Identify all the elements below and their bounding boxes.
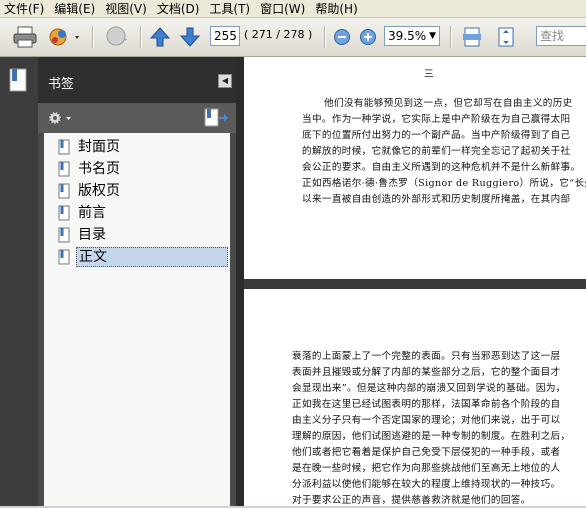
text-line: 他们或者把它看着是保护自己免受下层侵犯的一种手段，或者	[292, 447, 561, 458]
menu-view[interactable]: 视图(V)	[101, 1, 153, 17]
page-count-label: ( 271 / 278 )	[244, 28, 313, 41]
zoom-select[interactable]: 39.5% ▼	[384, 26, 440, 46]
text-line: 当中。作为一种学说，它实际上是中产阶级在为自己赢得太阳	[302, 114, 571, 125]
bookmark-icon	[58, 183, 70, 199]
arrow-up-icon	[149, 27, 171, 47]
page-header: 三	[424, 69, 434, 80]
fit-page-button[interactable]	[494, 24, 518, 50]
bookmark-icon	[58, 161, 70, 177]
create-pdf-icon	[49, 28, 79, 46]
bookmark-item[interactable]: 封面页	[58, 137, 122, 157]
text-line: 是在晚一些时候，把它作为向那些挑战他们至高无上地位的人	[292, 463, 561, 474]
text-line: 的解放的时候，它就像它的前辈们一样完全忘记了起初关于社	[302, 146, 571, 157]
collaborate-button[interactable]	[100, 24, 132, 50]
panel-title: 书签	[48, 77, 75, 92]
bookmark-icon	[58, 139, 70, 155]
chevron-down-icon: ▼	[429, 31, 436, 41]
previous-page-button[interactable]	[148, 24, 172, 50]
bookmarks-toolbar	[38, 103, 236, 133]
new-bookmark-icon	[204, 108, 228, 127]
page-number-input[interactable]: 255	[210, 26, 240, 46]
print-button[interactable]	[10, 24, 40, 50]
text-line: 会显现出来”。但是这种内部的崩溃又回到学说的基础。因为，	[292, 383, 566, 394]
menu-tools[interactable]: 工具(T)	[205, 1, 256, 17]
bookmark-label: 版权页	[78, 183, 120, 199]
text-line: 正如西格诺尔·德·鲁杰罗（Signor de Ruggiero）所说，它“长久	[302, 178, 586, 189]
bookmark-item-selected[interactable]: 正文	[58, 247, 228, 267]
arrow-down-icon	[179, 27, 201, 47]
text-line: 以来一直被自由创造的外部形式和历史制度所掩盖，在其内部	[302, 194, 571, 205]
collaborate-icon	[106, 26, 127, 46]
text-line: 底下的位置所付出努力的一个副产品。当中产阶级得到了自己	[302, 130, 571, 141]
new-bookmark-button[interactable]	[202, 107, 228, 129]
text-line: 分派利益以使他们能够在较大的程度上维持现状的一种技巧。	[292, 479, 561, 490]
next-page-button[interactable]	[178, 24, 202, 50]
plus-circle-icon	[360, 29, 376, 45]
bookmark-item[interactable]: 前言	[58, 203, 108, 223]
menu-document[interactable]: 文档(D)	[153, 1, 206, 17]
chevron-left-icon: ◀	[221, 76, 229, 85]
collapse-panel-button[interactable]: ◀	[218, 74, 232, 88]
menu-window[interactable]: 窗口(W)	[256, 1, 311, 17]
bookmark-item[interactable]: 目录	[58, 225, 108, 245]
bookmarks-panel: 书签 ◀ 封面页 书名页 版权页 前言 目录 正文	[38, 57, 236, 506]
navigation-tabs	[0, 57, 39, 506]
menu-help[interactable]: 帮助(H)	[311, 1, 363, 17]
minus-circle-icon	[334, 29, 350, 45]
toolbar: 255 ( 271 / 278 ) 39.5% ▼ 查找	[0, 18, 586, 57]
text-line: 理解的原因，他们试图逃避的是一种专制的制度。在胜利之后，	[292, 431, 571, 442]
create-pdf-button[interactable]	[46, 24, 84, 50]
toolbar-separator	[92, 26, 94, 48]
menu-bar: 文件(F) 编辑(E) 视图(V) 文档(D) 工具(T) 窗口(W) 帮助(H…	[0, 0, 586, 18]
printer-icon	[13, 26, 37, 48]
bookmark-label: 书名页	[78, 161, 120, 177]
pdf-page: 三 他们没有能够预见到这一点，但它却写在自由主义的历史 当中。作为一种学说，它实…	[244, 57, 586, 279]
bookmark-label: 封面页	[78, 139, 120, 155]
text-line: 衰落的上面蒙上了一个完整的表面。只有当邪恶到达了这一层	[292, 351, 561, 362]
panel-splitter[interactable]	[236, 57, 244, 506]
bookmarks-list: 封面页 书名页 版权页 前言 目录 正文	[44, 133, 230, 506]
bookmarks-tab[interactable]	[8, 67, 30, 95]
bookmark-icon	[9, 68, 27, 92]
text-line: 他们没有能够预见到这一点，但它却写在自由主义的历史	[324, 98, 573, 109]
zoom-in-button[interactable]	[358, 24, 378, 50]
text-line: 表面并且摧毁或分解了内部的某些部分之后，它的整个面目才	[292, 367, 561, 378]
fit-width-icon	[463, 27, 481, 47]
bookmark-icon	[58, 249, 70, 265]
bookmark-label: 目录	[78, 227, 106, 243]
bookmark-item[interactable]: 版权页	[58, 181, 122, 201]
pdf-page: 衰落的上面蒙上了一个完整的表面。只有当邪恶到达了这一层 表面并且摧毁或分解了内部…	[244, 289, 586, 506]
text-line: 由主义分子只有一个否定国家的理论；对他们来说，出于可以	[292, 415, 561, 426]
zoom-value: 39.5%	[388, 29, 427, 43]
toolbar-separator	[450, 26, 452, 48]
bookmark-icon	[58, 227, 70, 243]
bookmarks-header: 书签 ◀	[38, 57, 236, 103]
menu-edit[interactable]: 编辑(E)	[50, 1, 101, 17]
toolbar-separator	[324, 26, 326, 48]
search-input[interactable]: 查找	[536, 26, 586, 46]
zoom-out-button[interactable]	[332, 24, 352, 50]
document-view[interactable]: 三 他们没有能够预见到这一点，但它却写在自由主义的历史 当中。作为一种学说，它实…	[236, 57, 586, 506]
toolbar-separator	[140, 26, 142, 48]
text-line: 正如我在这里已经试图表明的那样，法国革命前各个阶段的自	[292, 399, 561, 410]
menu-file[interactable]: 文件(F)	[0, 1, 50, 17]
bookmark-item[interactable]: 书名页	[58, 159, 122, 179]
gear-icon	[47, 110, 71, 126]
bookmark-label: 正文	[76, 247, 228, 267]
bookmark-icon	[58, 205, 70, 221]
fit-width-button[interactable]	[460, 24, 484, 50]
text-line: 会公正的要求。自由主义所遇到的这种危机并不是什么新鲜事。	[302, 162, 581, 173]
bookmark-label: 前言	[78, 205, 106, 221]
options-button[interactable]	[46, 109, 74, 127]
fit-page-icon	[498, 27, 514, 47]
